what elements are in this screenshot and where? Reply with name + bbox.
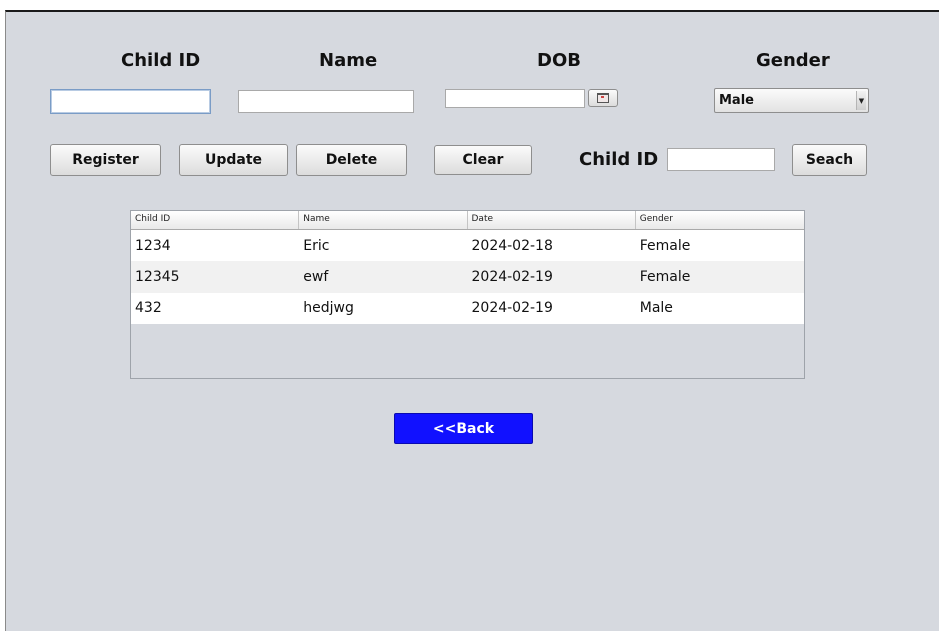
children-table[interactable]: Child ID Name Date Gender 1234 Eric 2024… — [130, 210, 805, 379]
gender-selected-value: Male — [719, 93, 754, 108]
cell-gender: Female — [639, 268, 691, 285]
update-button[interactable]: Update — [179, 144, 288, 176]
table-row[interactable]: 12345 ewf 2024-02-19 Female — [131, 261, 804, 293]
gender-select[interactable]: Male ▼ — [714, 88, 869, 113]
cell-child-id: 1234 — [135, 237, 171, 254]
cell-child-id: 12345 — [135, 268, 180, 285]
cell-name: Eric — [303, 237, 330, 254]
search-button[interactable]: Seach — [792, 144, 867, 176]
table-row[interactable]: 1234 Eric 2024-02-18 Female — [131, 230, 804, 262]
column-header-date[interactable]: Date — [468, 211, 636, 229]
cell-gender: Female — [639, 237, 691, 254]
search-child-id-label: Child ID — [579, 149, 659, 170]
column-header-gender[interactable]: Gender — [636, 211, 804, 229]
name-heading: Name — [319, 50, 378, 71]
table-header: Child ID Name Date Gender — [131, 211, 804, 230]
cell-name: hedjwg — [303, 300, 354, 317]
chevron-down-icon[interactable]: ▼ — [856, 91, 866, 110]
cell-date: 2024-02-19 — [471, 300, 553, 317]
cell-child-id: 432 — [135, 300, 162, 317]
gender-heading: Gender — [756, 50, 830, 71]
column-header-name[interactable]: Name — [299, 211, 468, 229]
dob-field[interactable] — [445, 89, 585, 108]
cell-gender: Male — [639, 300, 673, 317]
name-field[interactable] — [238, 90, 414, 113]
clear-button[interactable]: Clear — [434, 145, 532, 175]
register-button[interactable]: Register — [50, 144, 161, 176]
cell-date: 2024-02-18 — [471, 237, 553, 254]
column-header-child-id[interactable]: Child ID — [131, 211, 300, 229]
dob-heading: DOB — [537, 50, 581, 71]
date-picker-button[interactable] — [588, 89, 618, 107]
child-id-heading: Child ID — [121, 50, 201, 71]
child-id-field[interactable] — [50, 89, 211, 114]
calendar-icon — [597, 93, 609, 103]
cell-name: ewf — [303, 268, 329, 285]
delete-button[interactable]: Delete — [296, 144, 407, 176]
table-row[interactable]: 432 hedjwg 2024-02-19 Male — [131, 292, 804, 324]
search-input[interactable] — [667, 148, 775, 171]
back-button[interactable]: <<Back — [394, 413, 533, 444]
cell-date: 2024-02-19 — [471, 268, 553, 285]
